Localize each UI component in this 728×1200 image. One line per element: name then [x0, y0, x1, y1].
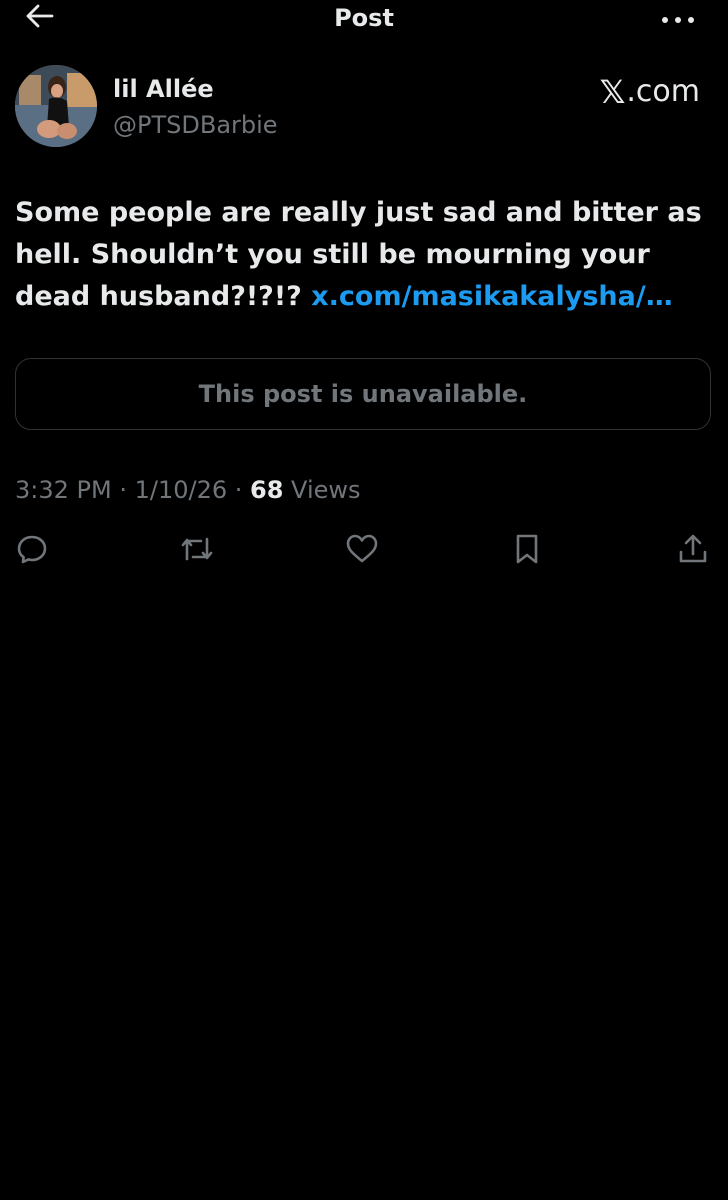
source-label: .com [626, 74, 700, 109]
post-body: Some people are really just sad and bitt… [15, 192, 705, 318]
quoted-post-unavailable-message: This post is unavailable. [198, 380, 528, 408]
post-time: 3:32 PM [15, 476, 112, 504]
share-button[interactable] [675, 531, 711, 567]
quoted-post-card[interactable]: This post is unavailable. [15, 358, 711, 430]
share-icon [676, 532, 710, 566]
bookmark-button[interactable] [509, 531, 545, 567]
bookmark-icon [512, 532, 542, 566]
post-date: 1/10/26 [134, 476, 228, 504]
action-bar [0, 531, 728, 571]
post-text-line-1: Some people are really just sad and bitt… [15, 197, 702, 228]
post-text-line-2: hell. Shouldn’t you still be mourning yo… [15, 239, 650, 270]
like-button[interactable] [344, 531, 380, 567]
source-watermark: 𝕏 .com [600, 72, 700, 112]
meta-separator: · [227, 476, 251, 504]
page-title: Post [334, 4, 394, 32]
arrow-left-icon [25, 3, 55, 33]
post-text-line-3: dead husband?!?!? x.com/masikakalysha/… [15, 276, 705, 318]
avatar[interactable] [15, 65, 97, 147]
post-meta: 3:32 PM · 1/10/26 · 68 Views [15, 472, 361, 508]
author-handle[interactable]: @PTSDBarbie [113, 108, 278, 142]
repost-icon [179, 532, 215, 566]
top-bar: Post [0, 0, 728, 40]
post-text-line-3-text: dead husband?!?!? [15, 281, 312, 312]
reply-icon [15, 532, 49, 566]
x-logo-icon: 𝕏 [599, 73, 626, 111]
heart-icon [345, 533, 379, 565]
repost-button[interactable] [179, 531, 215, 567]
views-label: Views [283, 476, 361, 504]
more-horizontal-icon [661, 9, 695, 28]
author-display-name[interactable]: lil Allée [113, 72, 214, 106]
views-count[interactable]: 68 [250, 476, 283, 504]
post-link[interactable]: x.com/masikakalysha/… [311, 281, 672, 312]
meta-separator: · [111, 476, 135, 504]
back-button[interactable] [20, 2, 60, 34]
reply-button[interactable] [14, 531, 50, 567]
more-options-button[interactable] [658, 2, 698, 34]
